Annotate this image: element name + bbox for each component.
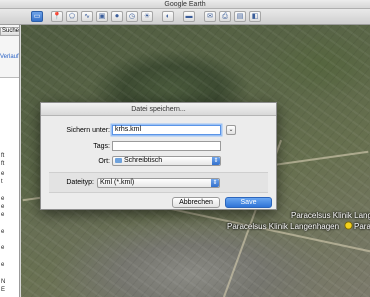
history-link[interactable]: Verlauf [0, 54, 19, 60]
sun-icon[interactable]: ☀ [141, 11, 153, 22]
list-item[interactable]: E [1, 287, 5, 293]
overlay-icon[interactable]: ▣ [96, 11, 108, 22]
location-label: Ort: [98, 158, 110, 165]
path-icon[interactable]: ∿ [81, 11, 93, 22]
print-icon[interactable]: ⎙ [219, 11, 231, 22]
folder-icon [115, 157, 122, 163]
list-item[interactable]: e [1, 212, 4, 218]
placemark-pin-icon[interactable] [344, 221, 353, 230]
list-item[interactable]: ft [1, 153, 4, 159]
history-icon[interactable]: ◷ [126, 11, 138, 22]
window-titlebar: Google Earth [0, 0, 370, 9]
placemark-icon[interactable]: 📍 [51, 11, 63, 22]
dialog-title: Datei speichern... [41, 103, 276, 116]
sidebar-toggle-icon[interactable]: ▭ [31, 11, 43, 22]
list-item[interactable]: ft [1, 161, 4, 167]
list-item[interactable]: t [1, 179, 3, 185]
sidebar: Suche Verlauf ft ft e t e e e e e e N E [0, 25, 20, 297]
maps-icon[interactable]: ◧ [249, 11, 261, 22]
location-select[interactable]: Schreibtisch ⇕ [112, 156, 221, 166]
tour-icon[interactable]: ⏺ [111, 11, 123, 22]
filetype-value: Kml (*.kml) [100, 179, 135, 186]
list-item[interactable]: e [1, 262, 4, 268]
save-image-icon[interactable]: ▤ [234, 11, 246, 22]
planets-icon[interactable]: ◐ [162, 11, 174, 22]
ruler-icon[interactable]: ▬ [183, 11, 195, 22]
toolbar: ▭ 📍 ⬠ ∿ ▣ ⏺ ◷ ☀ ◐ ▬ ✉ ⎙ ▤ ◧ [0, 9, 370, 25]
list-item[interactable]: e [1, 171, 4, 177]
filetype-select[interactable]: Kml (*.kml) ⇕ [97, 178, 220, 188]
tags-input[interactable] [112, 141, 221, 151]
tags-label: Tags: [93, 143, 110, 150]
save-button[interactable]: Save [225, 197, 272, 208]
save-file-dialog: Datei speichern... Sichern unter: krhs.k… [40, 102, 277, 210]
filetype-label: Dateityp: [66, 179, 94, 186]
map-label[interactable]: Paracelsus Klinik Langenhagen [227, 222, 339, 231]
search-button[interactable]: Suche [0, 27, 19, 36]
chevron-updown-icon: ⇕ [211, 179, 219, 187]
cancel-button[interactable]: Abbrechen [172, 197, 220, 208]
location-value: Schreibtisch [124, 157, 163, 164]
list-item[interactable]: e [1, 196, 4, 202]
list-item[interactable]: e [1, 245, 4, 251]
expand-dialog-button[interactable]: ⌄ [226, 125, 236, 135]
places-panel: ft ft e t e e e e e e N E [0, 77, 19, 297]
filetype-section: Dateityp: Kml (*.kml) ⇕ [49, 172, 268, 193]
chevron-updown-icon: ⇕ [212, 157, 220, 165]
window-title: Google Earth [164, 1, 206, 8]
list-item[interactable]: e [1, 229, 4, 235]
polygon-icon[interactable]: ⬠ [66, 11, 78, 22]
map-label[interactable]: Paracelsus Klinik Langen [291, 211, 370, 220]
save-as-input[interactable]: krhs.kml [112, 125, 221, 135]
list-item[interactable]: e [1, 204, 4, 210]
list-item[interactable]: N [1, 279, 5, 285]
save-as-label: Sichern unter: [66, 127, 110, 134]
email-icon[interactable]: ✉ [204, 11, 216, 22]
map-label[interactable]: Para [354, 222, 370, 231]
